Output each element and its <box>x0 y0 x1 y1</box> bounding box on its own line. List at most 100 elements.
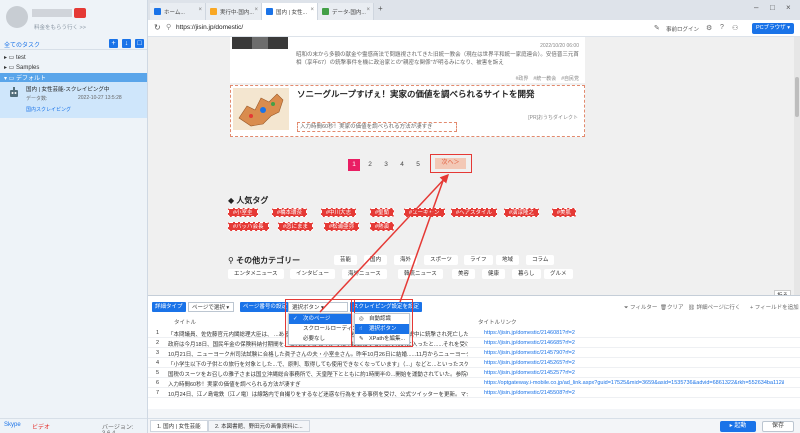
category-chip[interactable]: 暮らし <box>512 269 541 279</box>
folder-add-icon[interactable]: □ <box>135 39 144 48</box>
tag-chip[interactable]: #恋にまま <box>278 222 314 231</box>
pre-login-button[interactable]: 事前ログイン <box>666 25 699 33</box>
all-tasks-label[interactable]: 全てのタスク <box>4 40 40 49</box>
filter-button[interactable]: ⏷ フィルター <box>624 303 657 312</box>
close-window-icon[interactable]: × <box>786 3 791 12</box>
page-type-select[interactable]: ページで選択 ▾ <box>188 302 234 312</box>
tag-chip[interactable]: #聖蘭 <box>370 208 395 217</box>
funnel-icon: ⏷ <box>624 305 629 311</box>
scrollbar-thumb[interactable] <box>795 77 799 117</box>
gear-icon[interactable]: ⚙ <box>706 24 712 32</box>
page-number-settings-button[interactable]: ページ番号の設定 <box>240 302 290 312</box>
article-date: 2022/10/20 06:00 <box>540 43 579 49</box>
tag-chip[interactable]: #バッハ会長 <box>228 222 269 231</box>
tab-home[interactable]: ホーム... × <box>150 3 206 20</box>
category-chip[interactable]: インタビュー <box>290 269 336 279</box>
tree-folder-samples[interactable]: ▸ ▭ Samples <box>4 64 39 73</box>
table-row[interactable]: 6 入力時間60秒！実家の価値を調べられる方法が凄すぎ https://optgat… <box>148 378 800 388</box>
tab-data[interactable]: データ-国内... × <box>318 3 374 20</box>
video-link[interactable]: ビデオ <box>32 422 50 431</box>
column-header-title[interactable]: タイトル <box>174 318 196 328</box>
clear-button[interactable]: 🗑クリア <box>660 303 684 311</box>
task-tab-2[interactable]: 2. 本図書館、野田元の画像資料に... <box>208 420 310 432</box>
category-chip[interactable]: グルメ <box>544 269 573 279</box>
help-icon[interactable]: ? <box>720 24 724 31</box>
bottom-bar: 1. 国内 | 女性芸能 2. 本図書館、野田元の画像資料に... ▸ 起動 保… <box>148 418 800 433</box>
maximize-icon[interactable]: □ <box>770 3 775 12</box>
categories-heading: ⚲ その他カテゴリー <box>228 255 300 266</box>
tag-chip[interactable]: #小室圭 <box>228 208 258 217</box>
category-chip[interactable]: 芸能 <box>334 255 358 265</box>
url-input[interactable]: https://jisin.jp/domestic/ <box>176 24 243 31</box>
web-scrollbar[interactable] <box>794 37 800 295</box>
person-icon[interactable]: ⚇ <box>732 24 738 32</box>
close-icon[interactable]: × <box>254 7 258 13</box>
detail-page-button[interactable]: ⛓ 詳細ページに行く <box>688 303 740 311</box>
user-profile[interactable]: 料金をもらう行く >> <box>6 4 144 34</box>
run-label: 起動 <box>734 423 747 429</box>
article-tags[interactable]: #政界 #統一教会 #自民党 <box>516 75 579 82</box>
category-chip[interactable]: ライフ <box>464 255 493 265</box>
tree-folder-test[interactable]: ▸ ▭ test <box>4 54 26 63</box>
add-field-button[interactable]: + フィールドを追加 <box>750 303 799 311</box>
table-row[interactable]: 7 10月24日、江ノ島電鉄（江ノ電）は線路内で自撮りをするなど迷惑な行為をする事… <box>148 388 800 398</box>
tag-chip[interactable]: #ヘアスタイル <box>451 208 498 217</box>
article-card-pr[interactable]: ソニーグループすげぇ！実家の価値を調べられるサイトを開発 [PR]おうちダイレク… <box>230 85 585 137</box>
page-2[interactable]: 2 <box>364 159 376 171</box>
new-tab-button[interactable]: + <box>378 4 383 13</box>
article-title[interactable]: ソニーグループすげぇ！実家の価値を調べられるサイトを開発 <box>297 88 535 100</box>
category-chip[interactable]: 海外 <box>394 255 418 265</box>
category-chip[interactable]: 韓流ニュース <box>398 269 443 279</box>
page-4[interactable]: 4 <box>396 159 408 171</box>
edit-icon[interactable]: ✎ <box>654 24 660 32</box>
category-chip[interactable]: 地域 <box>496 255 520 265</box>
tab-running[interactable]: 実行中-国内... × <box>206 3 262 20</box>
refresh-icon[interactable]: ↻ <box>154 23 161 32</box>
close-icon[interactable]: × <box>310 7 314 13</box>
tag-chip[interactable]: #演淳隆之 <box>504 208 540 217</box>
close-icon[interactable]: × <box>366 7 370 13</box>
row-number: 1 <box>156 330 160 336</box>
tree-folder-default[interactable]: ▾ ▭ デフォルト <box>0 73 147 82</box>
page-3[interactable]: 3 <box>380 159 392 171</box>
popular-tags-title: 人気タグ <box>236 196 269 205</box>
task-card[interactable]: 国内 | 女性芸能-スクレイピング中 データ数: 2022-10-27 13:5… <box>0 82 147 118</box>
close-icon[interactable]: × <box>198 7 202 13</box>
advanced-type-button[interactable]: 詳細タイプ <box>152 302 186 312</box>
table-row[interactable]: 4 「小学生以下の子供との旅行を対象とした...で、原則、取得しても使用できなくな… <box>148 358 800 368</box>
category-chip[interactable]: スポーツ <box>424 255 458 265</box>
tag-chip[interactable]: #松浦亜弥 <box>324 222 360 231</box>
save-button[interactable]: 保存 <box>762 421 794 432</box>
category-chip[interactable]: 海外ニュース <box>342 269 387 279</box>
pc-browser-button[interactable]: PCブラウザ ▾ <box>752 23 794 34</box>
tag-chip[interactable]: #ユーキャン <box>404 208 445 217</box>
table-row[interactable]: 1「本問議員、佐佐藤官元内閣総理大臣は、 ...ある7月8日に...主義的で仕事… <box>148 328 800 338</box>
upgrade-link[interactable]: 料金をもらう行く >> <box>34 23 86 31</box>
tag-chip[interactable]: #中川大志 <box>321 208 357 217</box>
tag-chip[interactable]: #美肌 <box>552 208 577 217</box>
category-chip[interactable]: 健康 <box>482 269 506 279</box>
table-row[interactable]: 3 10月21日、ニューヨーク州司法試験に合格した眞子さんの夫・小室圭さん。昨年1… <box>148 348 800 358</box>
category-chip[interactable]: 国内 <box>364 255 388 265</box>
avatar[interactable] <box>6 6 28 28</box>
row-link: https://optgateway.i-mobile.co.jp/ad_lin… <box>484 380 784 386</box>
tag-chip[interactable]: #橋本環奈 <box>272 208 308 217</box>
skype-link[interactable]: Skype <box>4 422 21 428</box>
task-tab-1[interactable]: 1. 国内 | 女性芸能 <box>150 420 208 432</box>
category-chip[interactable]: エンタメニュース <box>228 269 284 279</box>
page-5[interactable]: 5 <box>412 159 424 171</box>
tab-domestic[interactable]: 国内 | 女性... × <box>262 3 318 20</box>
column-header-title-link[interactable]: タイトルリンク <box>478 318 517 328</box>
category-chip[interactable]: 美容 <box>452 269 476 279</box>
table-row[interactable]: 2 政府は今月18日、国民年金の保険料納付期間を、これまでの40年から45年に延長… <box>148 338 800 348</box>
table-row[interactable]: 5 国税のスーツをお召しの雅子さまは国立沖縄総合事務所で、天皇陛下とともに約1時間… <box>148 368 800 378</box>
next-page-button[interactable]: 次へ＞ <box>435 158 466 169</box>
run-button[interactable]: ▸ 起動 <box>720 421 756 432</box>
category-chip[interactable]: コラム <box>526 255 555 265</box>
page-1[interactable]: 1 <box>348 159 360 171</box>
tag-chip[interactable]: #熱演 <box>370 222 395 231</box>
minimize-icon[interactable]: – <box>754 3 758 12</box>
add-field-label: フィールドを追加 <box>754 305 799 311</box>
import-icon[interactable]: ↓ <box>122 39 131 48</box>
add-task-icon[interactable]: + <box>109 39 118 48</box>
